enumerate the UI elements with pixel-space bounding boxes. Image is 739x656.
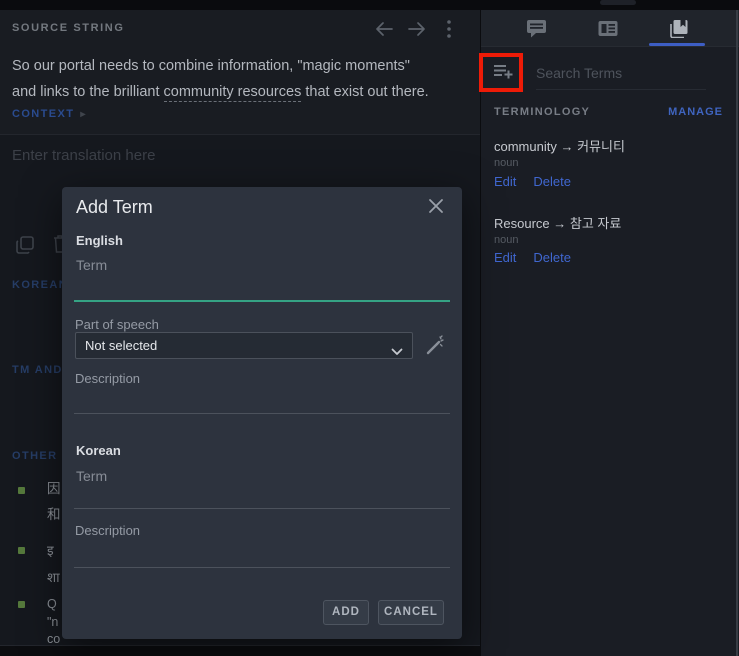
term-part-of-speech: noun [494,234,518,246]
tab-document[interactable] [597,19,619,38]
source-text-after: that exist out there. [301,84,428,100]
term-actions: Edit Delete [494,250,571,265]
focused-input-underline [74,300,450,302]
source-string-label: SOURCE STRING [12,22,124,34]
panel-footer-strip [0,646,480,656]
selected-option: Not selected [85,338,157,353]
lang-line: co [47,632,60,646]
previous-segment-button[interactable] [374,19,394,39]
other-language-item[interactable]: Q "n co [47,596,60,649]
term-part-of-speech: noun [494,157,518,169]
active-tab-underline [649,43,705,46]
close-icon [428,198,444,214]
cancel-button[interactable]: CANCEL [378,600,444,625]
scrollbar[interactable] [736,10,738,656]
part-of-speech-label: Part of speech [75,317,159,332]
add-term-modal: Add Term English Term Part of speech Not… [62,187,462,639]
input-underline[interactable] [74,567,450,568]
context-label: CONTEXT [12,108,74,120]
input-underline[interactable] [74,508,450,509]
edit-term-link[interactable]: Edit [494,174,516,189]
tab-glossary-active[interactable] [668,19,690,38]
english-section-label: English [76,233,123,248]
modal-title: Add Term [76,197,153,218]
source-segment-card: SOURCE STRING So our portal needs to com… [0,10,480,135]
korean-term-input[interactable]: Term [76,468,107,484]
lang-line: शा [47,570,60,585]
search-input-underline [536,89,706,90]
magic-wand-button[interactable] [425,335,445,355]
add-term-icon[interactable] [493,63,513,80]
translation-input[interactable]: Enter translation here [12,147,155,164]
part-of-speech-select[interactable]: Not selected [75,332,413,359]
arrow-left-icon [374,19,394,39]
top-bar [0,0,739,10]
magic-wand-icon [425,335,445,355]
comment-icon [526,19,548,38]
segment-menu-button[interactable] [442,18,456,40]
manage-terms-link[interactable]: MANAGE [668,106,723,118]
lang-line: 和 [47,507,61,522]
korean-section-label: Korean [76,443,121,458]
delete-term-link[interactable]: Delete [533,250,571,265]
lang-line: इ [47,543,54,558]
copy-source-icon[interactable] [14,234,36,256]
delete-term-link[interactable]: Delete [533,174,571,189]
kebab-menu-icon [442,18,456,40]
source-text: So our portal needs to combine informati… [12,54,436,105]
document-icon [597,19,619,38]
sidebar-tab-bar [481,10,739,47]
language-status-bullet [18,487,25,494]
input-underline[interactable] [74,413,450,414]
app-window: SOURCE STRING So our portal needs to com… [0,0,739,656]
add-button[interactable]: ADD [323,600,369,625]
tab-comments[interactable] [526,19,548,38]
context-link[interactable]: CONTEXT ▸ [12,108,85,120]
english-term-input[interactable]: Term [76,257,107,273]
glossary-book-icon [668,19,690,38]
next-segment-button[interactable] [407,19,427,39]
term-actions: Edit Delete [494,174,571,189]
resources-sidebar: Search Terms TERMINOLOGY MANAGE communit… [481,10,739,656]
top-bar-artifact [600,0,636,5]
search-terms-input[interactable]: Search Terms [536,65,622,81]
terminology-header: TERMINOLOGY [494,106,590,118]
lang-line: Q [47,597,57,611]
close-button[interactable] [428,198,446,216]
lang-line: 因 [47,481,61,496]
korean-description-label: Description [75,523,140,538]
chevron-down-icon [391,343,403,361]
term-highlight[interactable]: community resources [164,84,302,102]
other-language-item[interactable]: इ शा [47,537,60,591]
english-description-label: Description [75,371,140,386]
language-status-bullet [18,547,25,554]
edit-term-link[interactable]: Edit [494,250,516,265]
arrow-right-icon [407,19,427,39]
other-language-item[interactable]: 因和 [47,476,61,527]
term-entry-text: Resource → 참고 자료 [494,213,621,232]
term-entry-text: community → 커뮤니티 [494,136,625,155]
context-arrow-icon: ▸ [80,109,85,120]
lang-line: "n [47,615,58,629]
language-status-bullet [18,601,25,608]
